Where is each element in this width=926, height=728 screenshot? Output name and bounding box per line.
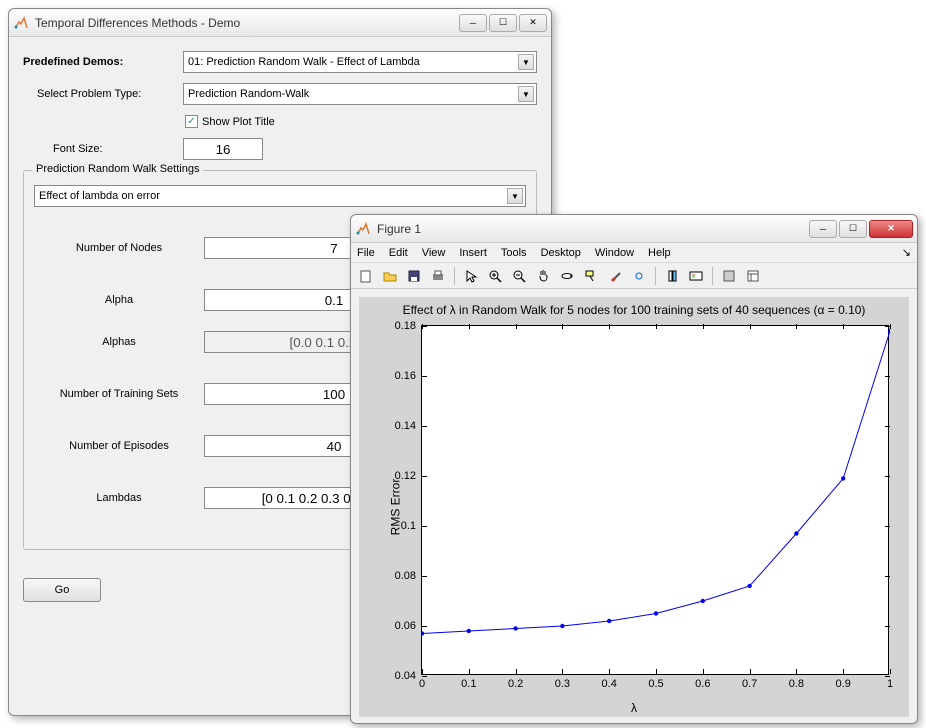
new-icon[interactable] [355,265,377,287]
figure-window: Figure 1 ─ ☐ ✕ File Edit View Insert Too… [350,214,918,724]
open-icon[interactable] [379,265,401,287]
y-tick-label: 0.18 [382,320,422,332]
fieldset-legend: Prediction Random Walk Settings [32,163,203,175]
lambdas-label: Lambdas [34,492,204,504]
go-button[interactable]: Go [23,578,101,602]
matlab-icon [13,15,29,31]
x-tick-label: 0.1 [461,674,476,690]
hide-tools-icon[interactable] [718,265,740,287]
alpha-label: Alpha [34,294,204,306]
show-tools-icon[interactable] [742,265,764,287]
menu-view[interactable]: View [422,247,446,259]
matlab-icon [355,221,371,237]
close-button[interactable]: ✕ [519,14,547,32]
x-axis-label: λ [631,701,637,715]
brush-icon[interactable] [604,265,626,287]
y-tick-label: 0.1 [382,520,422,532]
demo-title: Temporal Differences Methods - Demo [35,16,459,30]
zoom-in-icon[interactable] [484,265,506,287]
menu-file[interactable]: File [357,247,375,259]
chevron-down-icon: ▼ [507,188,523,204]
menu-help[interactable]: Help [648,247,671,259]
episodes-label: Number of Episodes [34,440,204,452]
datacursor-icon[interactable] [580,265,602,287]
chevron-down-icon: ▼ [518,86,534,102]
menu-tools[interactable]: Tools [501,247,527,259]
training-sets-label: Number of Training Sets [34,388,204,400]
x-tick-label: 0.7 [742,674,757,690]
chevron-down-icon: ▼ [518,54,534,70]
figure-toolbar [351,263,917,289]
predefined-demos-value: 01: Prediction Random Walk - Effect of L… [188,56,420,68]
menu-collapse-icon[interactable]: ↘ [902,246,911,259]
go-button-label: Go [55,584,70,596]
show-plot-title-label: Show Plot Title [202,116,275,128]
x-tick-label: 0.5 [648,674,663,690]
close-button[interactable]: ✕ [869,220,913,238]
chart-axes[interactable]: 0.040.060.080.10.120.140.160.1800.10.20.… [421,325,889,675]
figure-titlebar[interactable]: Figure 1 ─ ☐ ✕ [351,215,917,243]
pointer-icon[interactable] [460,265,482,287]
maximize-button[interactable]: ☐ [489,14,517,32]
minimize-button[interactable]: ─ [459,14,487,32]
pan-icon[interactable] [532,265,554,287]
x-tick-label: 0.8 [789,674,804,690]
x-tick-label: 1 [887,674,893,690]
menu-desktop[interactable]: Desktop [541,247,581,259]
x-tick-label: 0.4 [602,674,617,690]
link-icon[interactable] [628,265,650,287]
rotate-icon[interactable] [556,265,578,287]
effect-select[interactable]: Effect of lambda on error ▼ [34,185,526,207]
font-size-label: Font Size: [23,143,183,155]
minimize-button[interactable]: ─ [809,220,837,238]
x-tick-label: 0.3 [555,674,570,690]
predefined-demos-select[interactable]: 01: Prediction Random Walk - Effect of L… [183,51,537,73]
problem-type-select[interactable]: Prediction Random-Walk ▼ [183,83,537,105]
menu-insert[interactable]: Insert [459,247,487,259]
y-tick-label: 0.16 [382,370,422,382]
line-series [422,326,890,676]
x-tick-label: 0.6 [695,674,710,690]
insert-legend-icon[interactable] [685,265,707,287]
nodes-label: Number of Nodes [34,242,204,254]
zoom-out-icon[interactable] [508,265,530,287]
x-tick-label: 0.9 [836,674,851,690]
show-plot-title-checkbox[interactable]: ✓ [185,115,198,128]
problem-type-label: Select Problem Type: [23,88,183,100]
x-tick-label: 0.2 [508,674,523,690]
plot-area: Effect of λ in Random Walk for 5 nodes f… [359,297,909,717]
figure-title: Figure 1 [377,222,809,236]
print-icon[interactable] [427,265,449,287]
y-tick-label: 0.14 [382,420,422,432]
chart-title: Effect of λ in Random Walk for 5 nodes f… [359,297,909,317]
alphas-label: Alphas [34,336,204,348]
x-tick-label: 0 [419,674,425,690]
effect-select-value: Effect of lambda on error [39,190,160,202]
y-tick-label: 0.12 [382,470,422,482]
menu-window[interactable]: Window [595,247,634,259]
menu-edit[interactable]: Edit [389,247,408,259]
y-tick-label: 0.04 [382,670,422,682]
problem-type-value: Prediction Random-Walk [188,88,309,100]
font-size-input[interactable] [183,138,263,160]
predefined-demos-label: Predefined Demos: [23,56,183,68]
figure-menubar: File Edit View Insert Tools Desktop Wind… [351,243,917,263]
save-icon[interactable] [403,265,425,287]
demo-titlebar[interactable]: Temporal Differences Methods - Demo ─ ☐ … [9,9,551,37]
insert-colorbar-icon[interactable] [661,265,683,287]
y-tick-label: 0.06 [382,620,422,632]
y-tick-label: 0.08 [382,570,422,582]
maximize-button[interactable]: ☐ [839,220,867,238]
